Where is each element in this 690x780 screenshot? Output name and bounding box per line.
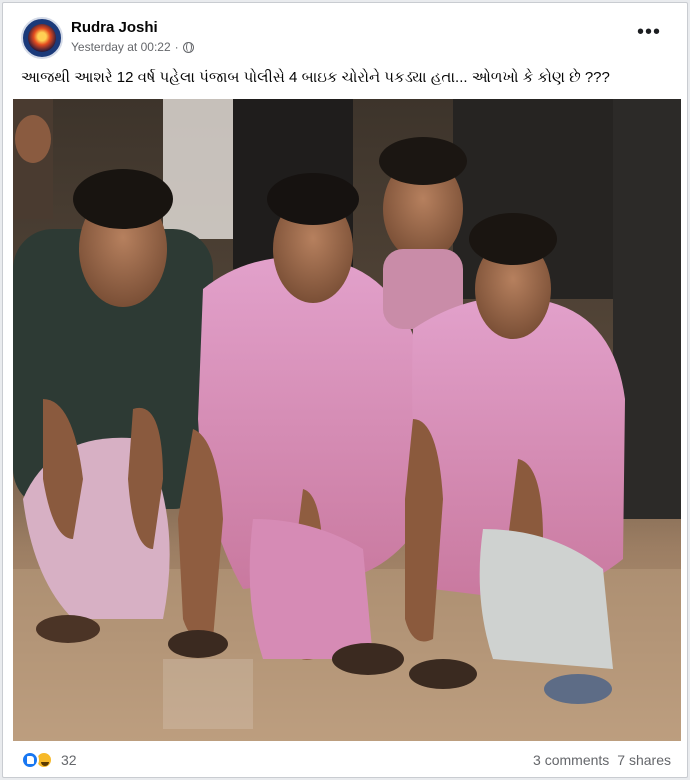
author-name[interactable]: Rudra Joshi <box>71 19 158 36</box>
photo-illustration <box>13 99 681 741</box>
like-icon <box>21 751 39 769</box>
post-timestamp[interactable]: Yesterday at 00:22 <box>71 40 171 54</box>
facebook-post: Rudra Joshi Yesterday at 00:22 · ••• આજથ… <box>2 2 688 778</box>
meta-separator: · <box>174 40 179 54</box>
reaction-count: 32 <box>61 752 77 768</box>
shares-count[interactable]: 7 shares <box>617 752 671 768</box>
engagement-stats: 3 comments 7 shares <box>533 752 671 768</box>
post-footer: 32 3 comments 7 shares <box>21 751 671 773</box>
post-meta: Yesterday at 00:22 · <box>71 40 194 54</box>
more-options-icon[interactable]: ••• <box>635 22 663 43</box>
globe-icon[interactable] <box>182 41 194 53</box>
post-header: Rudra Joshi Yesterday at 00:22 · ••• <box>21 17 675 63</box>
comments-count[interactable]: 3 comments <box>533 752 609 768</box>
author-avatar[interactable] <box>21 17 63 59</box>
reaction-summary[interactable]: 32 <box>21 751 77 769</box>
avatar-image <box>28 24 56 52</box>
post-photo[interactable] <box>13 99 681 741</box>
post-caption: આજથી આશરે 12 વર્ષ પહેલા પંજાબ પોલીસે 4 બ… <box>21 69 610 86</box>
